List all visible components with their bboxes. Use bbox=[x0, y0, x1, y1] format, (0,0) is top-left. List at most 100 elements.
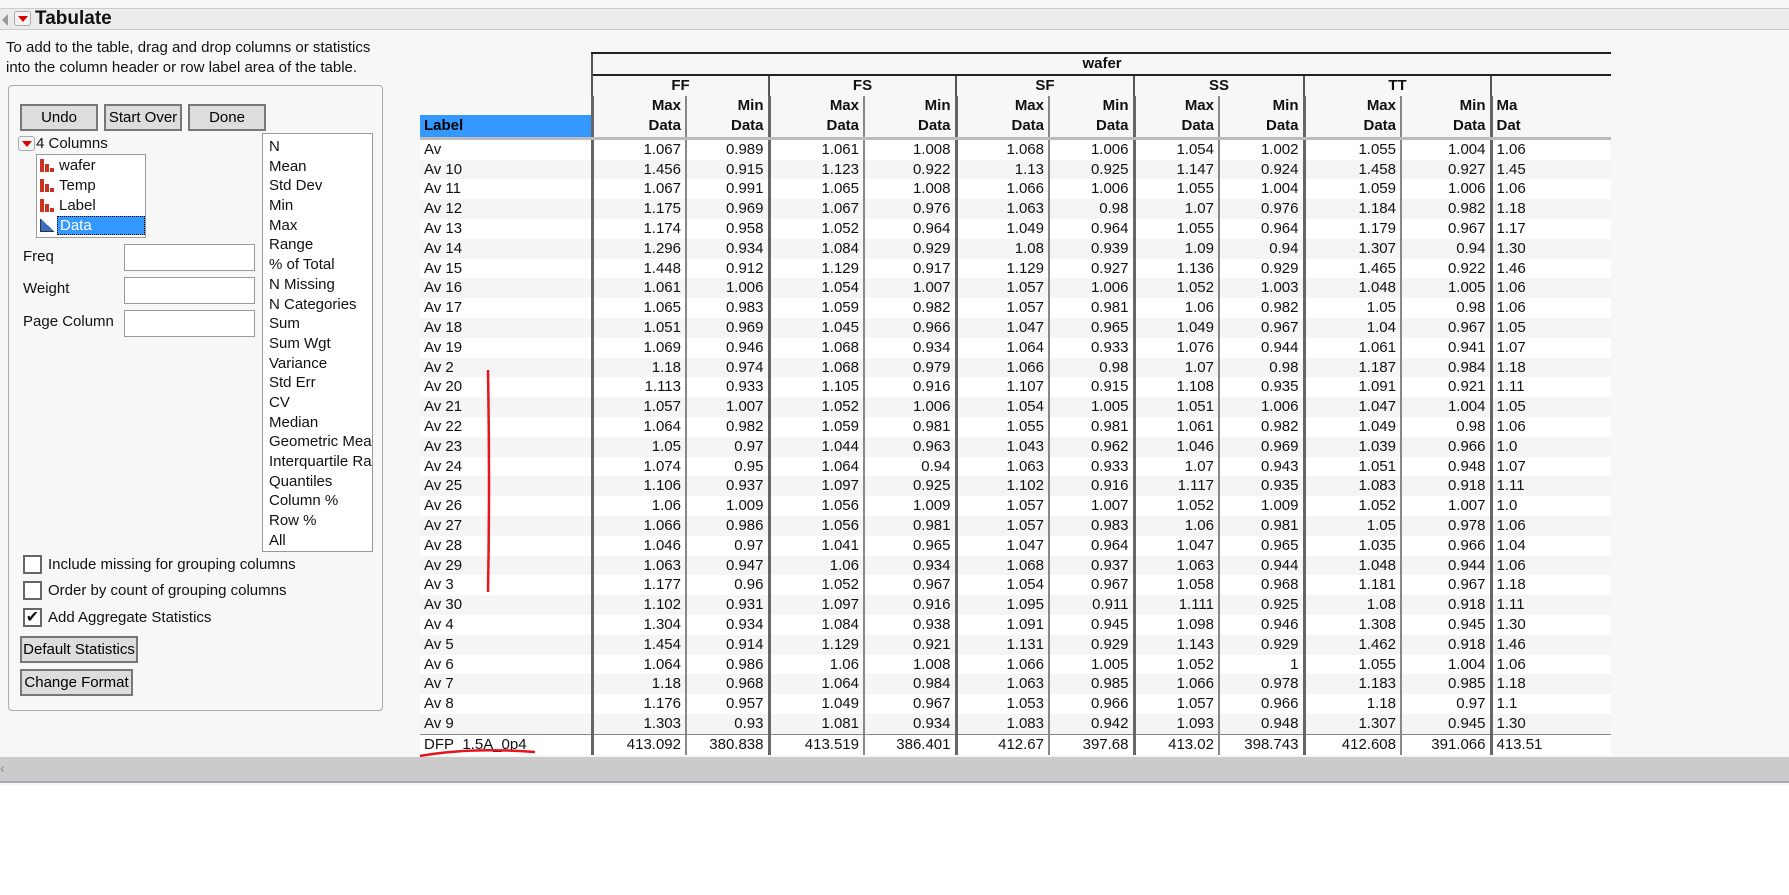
group-header[interactable]: TT bbox=[1303, 73, 1491, 96]
statistic-item[interactable]: Sum bbox=[263, 314, 372, 334]
row-label-header[interactable]: Label bbox=[420, 115, 592, 140]
weight-drop-zone[interactable] bbox=[124, 277, 255, 304]
data-cell: 1.005 bbox=[1048, 654, 1134, 675]
stat-header[interactable]: Max bbox=[954, 95, 1049, 116]
stat-header[interactable]: Min bbox=[1048, 95, 1134, 116]
column-item-temp[interactable]: Temp bbox=[37, 175, 145, 195]
statistic-item[interactable]: All bbox=[263, 531, 372, 551]
scroll-left-arrow-icon[interactable]: ‹ bbox=[0, 760, 5, 776]
analysis-column-header[interactable]: Dat bbox=[1489, 115, 1612, 140]
stat-header[interactable]: Min bbox=[1218, 95, 1304, 116]
group-header-wafer[interactable]: wafer bbox=[590, 52, 1612, 75]
analysis-column-header[interactable]: Data bbox=[590, 115, 686, 140]
statistic-item[interactable]: Std Err bbox=[263, 373, 372, 393]
default-statistics-button[interactable]: Default Statistics bbox=[20, 636, 138, 663]
add-aggregate-checkbox[interactable]: ✔ Add Aggregate Statistics bbox=[23, 608, 211, 627]
columns-menu-icon[interactable] bbox=[18, 136, 35, 151]
statistic-item[interactable]: N Missing bbox=[263, 275, 372, 295]
checkbox-unchecked-icon[interactable] bbox=[23, 581, 42, 600]
red-triangle-menu-icon[interactable] bbox=[14, 11, 31, 26]
data-cell: 0.941 bbox=[1400, 337, 1491, 358]
checkbox-unchecked-icon[interactable] bbox=[23, 555, 42, 574]
columns-list[interactable]: wafer Temp Label Data bbox=[36, 154, 146, 238]
group-header[interactable] bbox=[1489, 73, 1612, 96]
data-cell: 0.985 bbox=[1048, 674, 1134, 695]
table-row: Av 15 1.448 0.912 1.129 0.917 1.129 0.927 1.136… bbox=[420, 258, 1612, 279]
data-cell: 1.069 bbox=[590, 337, 686, 358]
data-cell: 1.308 bbox=[1302, 615, 1401, 635]
column-item-data[interactable]: Data bbox=[37, 215, 145, 235]
table-row: Av 7 1.18 0.968 1.064 0.984 1.063 0.985 1.066 0.… bbox=[420, 674, 1612, 695]
analysis-column-header[interactable]: Data bbox=[1048, 115, 1134, 140]
analysis-column-header[interactable]: Data bbox=[863, 115, 956, 140]
statistic-item[interactable]: Variance bbox=[263, 354, 372, 374]
statistic-item[interactable]: % of Total bbox=[263, 255, 372, 275]
data-cell: 1.093 bbox=[1132, 714, 1219, 735]
statistic-item[interactable]: N bbox=[263, 137, 372, 157]
include-missing-checkbox[interactable]: Include missing for grouping columns bbox=[23, 555, 296, 574]
analysis-column-header[interactable]: Data bbox=[685, 115, 769, 140]
statistic-item[interactable]: Median bbox=[263, 413, 372, 433]
analysis-column-header[interactable]: Data bbox=[954, 115, 1049, 140]
statistic-item[interactable]: Row % bbox=[263, 511, 372, 531]
analysis-column-header[interactable]: Data bbox=[1218, 115, 1304, 140]
stat-header[interactable]: Min bbox=[685, 95, 769, 116]
analysis-column-header[interactable]: Data bbox=[1302, 115, 1401, 140]
data-cell: 0.98 bbox=[1218, 357, 1304, 378]
group-header[interactable]: FF bbox=[591, 73, 769, 96]
stat-header[interactable]: Max bbox=[767, 95, 864, 116]
analysis-column-header[interactable]: Data bbox=[1132, 115, 1219, 140]
statistic-item[interactable]: Sum Wgt bbox=[263, 334, 372, 354]
statistic-item[interactable]: Geometric Mean bbox=[263, 432, 372, 452]
data-cell: 0.969 bbox=[685, 199, 769, 220]
data-cell: 1.076 bbox=[1132, 337, 1219, 358]
outline-collapse-icon[interactable] bbox=[2, 14, 8, 26]
stat-header[interactable]: Ma bbox=[1489, 95, 1612, 116]
data-cell: 1.30 bbox=[1489, 238, 1612, 259]
data-cell: 0.982 bbox=[1218, 298, 1304, 319]
column-item-wafer[interactable]: wafer bbox=[37, 155, 145, 175]
undo-button[interactable]: Undo bbox=[20, 104, 98, 131]
data-cell: 1.454 bbox=[590, 634, 686, 655]
statistics-list[interactable]: N Mean Std Dev Min Max Range% of Total N Missi… bbox=[262, 133, 373, 552]
order-by-count-checkbox[interactable]: Order by count of grouping columns bbox=[23, 581, 286, 600]
stat-header[interactable]: Max bbox=[1132, 95, 1219, 116]
group-header[interactable]: SF bbox=[955, 73, 1134, 96]
data-cell: 1.084 bbox=[767, 238, 864, 259]
data-cell: 413.51 bbox=[1489, 733, 1612, 755]
row-label: Av 10 bbox=[420, 159, 593, 180]
stat-header[interactable]: Min bbox=[863, 95, 956, 116]
table-row: Av 21 1.057 1.007 1.052 1.006 1.054 1.005 1.051… bbox=[420, 397, 1612, 418]
statistic-item[interactable]: Column % bbox=[263, 491, 372, 511]
statistic-item[interactable]: Interquartile Range bbox=[263, 452, 372, 472]
page-column-drop-zone[interactable] bbox=[124, 310, 255, 337]
group-header[interactable]: SS bbox=[1133, 73, 1304, 96]
data-cell: 1.1 bbox=[1489, 694, 1612, 714]
statistic-item[interactable]: Max bbox=[263, 216, 372, 236]
statistic-item[interactable]: Min bbox=[263, 196, 372, 216]
data-cell: 1.06 bbox=[1489, 555, 1612, 576]
statistic-item[interactable]: Range bbox=[263, 235, 372, 255]
horizontal-scrollbar[interactable] bbox=[0, 757, 1789, 783]
freq-drop-zone[interactable] bbox=[124, 244, 255, 271]
stat-header[interactable]: Max bbox=[590, 95, 686, 116]
group-header[interactable]: FS bbox=[768, 73, 956, 96]
change-format-button[interactable]: Change Format bbox=[20, 669, 133, 696]
row-label: Av 13 bbox=[420, 219, 593, 239]
checkmark-icon[interactable]: ✔ bbox=[23, 608, 42, 627]
stat-header[interactable]: Max bbox=[1302, 95, 1401, 116]
data-cell: 1.054 bbox=[767, 278, 864, 299]
done-button[interactable]: Done bbox=[188, 104, 266, 131]
analysis-column-header[interactable]: Data bbox=[767, 115, 864, 140]
statistic-item[interactable]: N Categories bbox=[263, 295, 372, 315]
start-over-button[interactable]: Start Over bbox=[104, 104, 182, 131]
stat-header[interactable]: Min bbox=[1400, 95, 1491, 116]
data-cell: 0.968 bbox=[1218, 575, 1304, 596]
analysis-column-header[interactable]: Data bbox=[1400, 115, 1491, 140]
statistic-item[interactable]: Std Dev bbox=[263, 176, 372, 196]
statistic-item[interactable]: CV bbox=[263, 393, 372, 413]
column-item-label[interactable]: Label bbox=[37, 195, 145, 215]
statistic-item[interactable]: Quantiles bbox=[263, 472, 372, 492]
data-cell: 1.05 bbox=[1302, 298, 1401, 319]
statistic-item[interactable]: Mean bbox=[263, 157, 372, 177]
